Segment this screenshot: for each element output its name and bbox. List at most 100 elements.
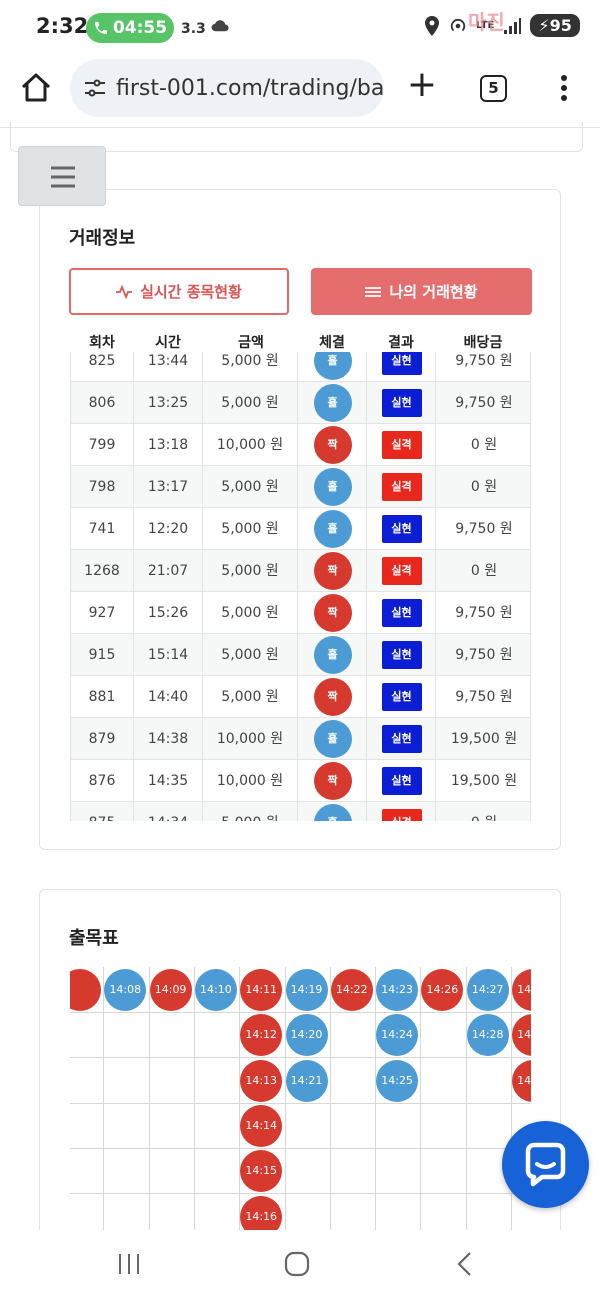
cell-side: 홀	[298, 634, 367, 676]
tabs-icon[interactable]: 5	[480, 75, 507, 102]
cell-result: 실격	[367, 802, 436, 821]
recent-apps-icon[interactable]	[117, 1252, 141, 1276]
cell-payout: 0 원	[470, 479, 498, 495]
live-status-label: 실시간 종목현황	[140, 283, 242, 301]
bead: 14:28	[466, 1014, 509, 1057]
cell-side: 홀	[298, 382, 367, 424]
clock: 2:32	[36, 14, 89, 38]
home-icon[interactable]	[18, 70, 54, 106]
hotspot-icon	[450, 18, 466, 31]
cell-result: 실현	[367, 718, 436, 760]
my-trades-button[interactable]: 나의 거래현황	[311, 268, 532, 315]
bead: 14:27	[466, 969, 509, 1011]
cell-payout: 0 원	[470, 437, 498, 453]
cell-result: 실격	[367, 424, 436, 466]
call-indicator[interactable]: 04:55	[86, 13, 174, 43]
cell-result: 실현	[367, 592, 436, 634]
table-row: 915 15:14 5,000 원 홀 실현 9,750 원	[70, 634, 531, 676]
cell-side: 짝	[298, 676, 367, 718]
grid-line	[70, 1193, 531, 1195]
bead: 14:09	[149, 969, 192, 1011]
cell-side: 짝	[298, 424, 367, 466]
bead: 14:22	[330, 969, 373, 1011]
side-badge: 짝	[313, 762, 352, 800]
call-timer: 04:55	[112, 18, 168, 38]
battery-indicator: ⚡95	[530, 14, 580, 37]
result-badge: 실격	[381, 557, 422, 585]
chat-button[interactable]	[502, 1121, 589, 1208]
table-row: 927 15:26 5,000 원 짝 실현 9,750 원	[70, 592, 531, 634]
bead-road-card: 출목표 14:08 14:09 14:10 14:11 14:12 14:13 14:14 1…	[39, 889, 561, 1249]
side-badge: 홀	[313, 804, 352, 821]
bead: 14:11	[240, 969, 283, 1011]
pulse-icon	[116, 284, 133, 299]
table-header: 회차 시간 금액 체결 결과 배당금	[70, 330, 531, 352]
cell-result: 실현	[367, 760, 436, 802]
cell-side: 홀	[298, 802, 367, 821]
trade-table-scroll[interactable]: 825 13:44 5,000 원 홀 실현 9,750 원 806 13:25 5,000 원…	[70, 352, 531, 821]
home-nav-icon[interactable]	[284, 1251, 310, 1277]
tune-icon[interactable]	[84, 78, 106, 98]
cell-amount: 5,000 원	[203, 382, 298, 424]
grid-line	[70, 1012, 531, 1013]
grid-line	[70, 1102, 531, 1104]
live-status-button[interactable]: 실시간 종목현황	[69, 268, 289, 315]
cloud-icon	[211, 20, 229, 32]
cell-payout: 9,750 원	[455, 353, 513, 369]
bead-road-grid[interactable]: 14:08 14:09 14:10 14:11 14:12 14:13 14:14 14:15…	[70, 967, 531, 1249]
cell-time: 14:40	[134, 676, 203, 718]
cell-payout: 19,500 원	[450, 731, 518, 747]
system-nav-bar	[0, 1230, 600, 1300]
address-bar[interactable]: first-001.com/trading/ba	[70, 59, 384, 117]
cell-amount: 5,000 원	[203, 802, 298, 821]
side-badge: 짝	[313, 426, 352, 464]
grid-line	[148, 967, 150, 1249]
url-text[interactable]: first-001.com/trading/ba	[116, 76, 384, 101]
status-bar: 2:32 04:55 3.3 LTE ⚡95 마진	[0, 0, 600, 56]
cell-result: 실현	[367, 352, 436, 382]
side-badge: 짝	[313, 594, 352, 632]
grid-line	[284, 967, 286, 1249]
cell-amount: 10,000 원	[203, 760, 298, 802]
cell-round: 927	[71, 592, 134, 634]
cell-time: 13:44	[134, 352, 203, 382]
bead: 14:26	[421, 969, 464, 1011]
cell-side: 홀	[298, 508, 367, 550]
cell-amount: 5,000 원	[203, 466, 298, 508]
cell-time: 21:07	[134, 550, 203, 592]
cell-side: 짝	[298, 592, 367, 634]
cell-payout: 9,750 원	[455, 647, 513, 663]
cell-amount: 5,000 원	[203, 676, 298, 718]
result-badge: 실현	[381, 683, 422, 711]
hamburger-button[interactable]	[18, 146, 106, 206]
cell-time: 15:26	[134, 592, 203, 634]
result-badge: 실현	[381, 641, 422, 669]
col-result: 결과	[388, 335, 414, 351]
back-icon[interactable]	[455, 1251, 475, 1277]
location-icon	[425, 15, 439, 36]
grid-line	[239, 967, 241, 1249]
table-row: 876 14:35 10,000 원 짝 실현 19,500 원	[70, 760, 531, 802]
cell-time: 14:35	[134, 760, 203, 802]
cell-amount: 5,000 원	[203, 550, 298, 592]
bead: 14:30	[512, 1014, 531, 1057]
more-vert-icon[interactable]	[556, 73, 572, 103]
phone-icon	[94, 22, 107, 34]
cell-amount: 10,000 원	[203, 424, 298, 466]
side-badge: 홀	[313, 720, 352, 758]
plus-icon[interactable]: +	[405, 67, 439, 104]
grid-line	[70, 1147, 531, 1149]
result-badge: 실현	[381, 515, 422, 543]
table-row: 881 14:40 5,000 원 짝 실현 9,750 원	[70, 676, 531, 718]
result-badge: 실현	[381, 599, 422, 627]
cell-payout: 9,750 원	[455, 521, 513, 537]
cell-amount: 10,000 원	[203, 718, 298, 760]
bead: 14:23	[376, 969, 419, 1011]
side-badge: 짝	[313, 678, 352, 716]
result-badge: 실현	[381, 725, 422, 753]
result-badge: 실현	[381, 352, 422, 375]
my-trades-label: 나의 거래현황	[389, 283, 478, 301]
net-speed: 3.3	[181, 19, 229, 37]
table-row: 825 13:44 5,000 원 홀 실현 9,750 원	[70, 352, 531, 382]
col-payout: 배당금	[463, 335, 503, 351]
